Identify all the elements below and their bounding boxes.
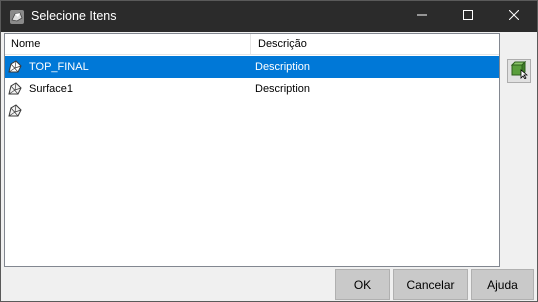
surface-icon <box>7 81 23 97</box>
item-name: TOP_FINAL <box>29 61 89 73</box>
ok-button[interactable]: OK <box>335 269 390 300</box>
minimize-icon <box>417 10 427 23</box>
column-header-name[interactable]: Nome <box>5 34 251 54</box>
surface-icon <box>7 59 23 75</box>
item-description: Description <box>255 61 311 73</box>
list-item-surface1[interactable]: Surface1 Description <box>5 78 499 100</box>
items-list[interactable]: Nome Descrição TOP_FINAL Description Sur… <box>4 33 500 267</box>
close-button[interactable] <box>491 1 537 32</box>
surface-app-icon <box>9 9 25 25</box>
list-item-empty[interactable] <box>5 100 499 122</box>
list-item-top-final[interactable]: TOP_FINAL Description <box>5 56 499 78</box>
maximize-icon <box>463 10 473 23</box>
close-icon <box>508 9 520 23</box>
window-title: Selecione Itens <box>31 9 117 23</box>
list-header: Nome Descrição <box>5 34 499 55</box>
title-bar[interactable]: Selecione Itens <box>1 1 537 32</box>
dialog-window: Selecione Itens Nome Descrição TOP_FINAL… <box>0 0 538 302</box>
cancel-button[interactable]: Cancelar <box>393 269 468 300</box>
select-surface-icon <box>510 60 529 82</box>
minimize-button[interactable] <box>399 1 445 32</box>
column-header-description[interactable]: Descrição <box>252 34 499 54</box>
item-name: Surface1 <box>29 83 74 95</box>
maximize-button[interactable] <box>445 1 491 32</box>
item-description: Description <box>255 83 311 95</box>
select-from-view-button[interactable] <box>507 59 531 83</box>
help-button[interactable]: Ajuda <box>471 269 534 300</box>
surface-icon <box>7 103 23 119</box>
